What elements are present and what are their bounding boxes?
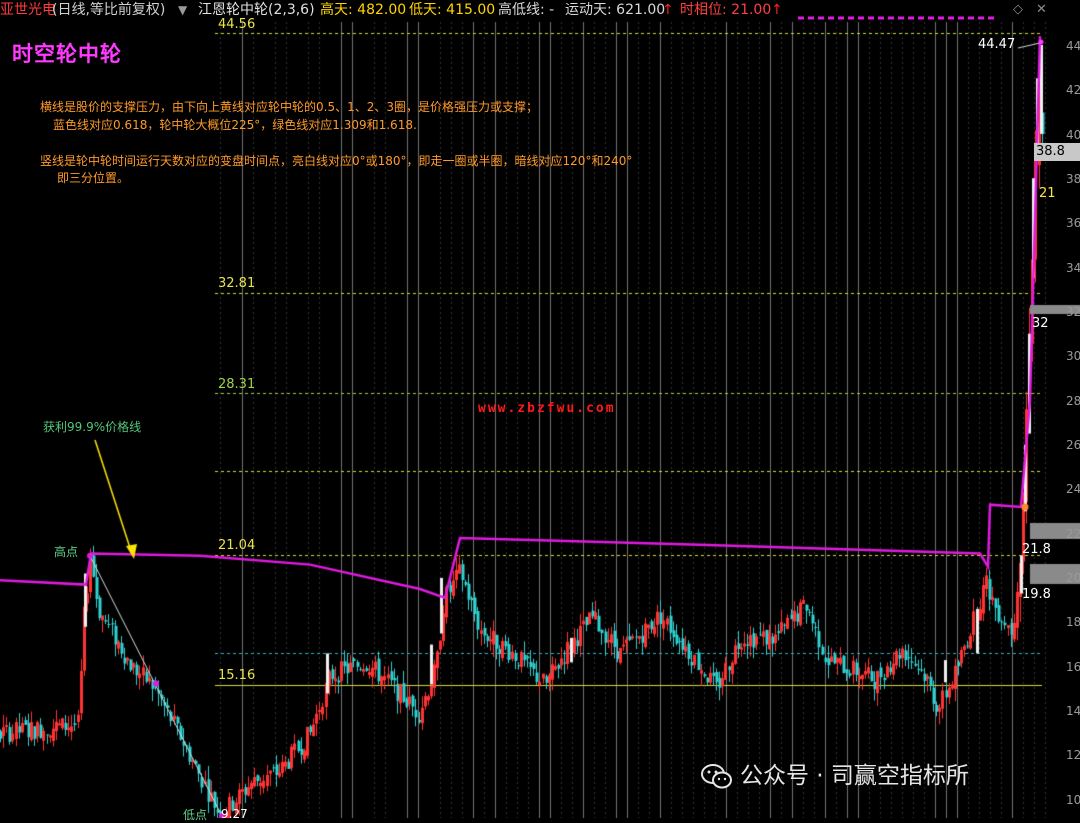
axis-tick: 36 bbox=[1066, 216, 1080, 230]
axis-tick: 20 bbox=[1066, 571, 1080, 585]
low-point-label: 低点 bbox=[183, 808, 208, 822]
stock-name[interactable]: 亚世光电 bbox=[0, 0, 56, 20]
axis-tick: 32 bbox=[1066, 305, 1080, 319]
axis-tick: 44 bbox=[1066, 39, 1080, 53]
high-point-label: 高点 bbox=[54, 545, 79, 559]
watermark-url: www.zbzfwu.com bbox=[478, 401, 616, 416]
axis-tick: 18 bbox=[1066, 615, 1080, 629]
wechat-icon bbox=[701, 763, 732, 788]
panel-title: 时空轮中轮 bbox=[12, 42, 122, 66]
axis-tick: 10 bbox=[1066, 793, 1080, 807]
level-label-28: 28.31 bbox=[218, 377, 256, 392]
close-icon[interactable]: ✕ bbox=[1036, 0, 1047, 20]
axis-tick: 16 bbox=[1066, 660, 1080, 674]
period-label[interactable]: (日线,等比前复权) bbox=[52, 0, 165, 20]
axis-tick: 38 bbox=[1066, 172, 1080, 186]
high-low-line-value: 高低线: - bbox=[498, 2, 555, 18]
axis-tick: 42 bbox=[1066, 83, 1080, 97]
up-arrow-icon: ↑ bbox=[662, 2, 674, 18]
low-point-value: 9.27 bbox=[221, 807, 248, 821]
low-days-value: 低天: 415.00 bbox=[409, 2, 496, 18]
level-label-15: 15.16 bbox=[218, 668, 256, 683]
wechat-account-name: 公众号 · 司赢空指标所 bbox=[740, 763, 969, 789]
indicator-dash-strip bbox=[798, 16, 998, 20]
axis-tick: 34 bbox=[1066, 261, 1080, 275]
axis-tick: 40 bbox=[1066, 128, 1080, 142]
level-label-32: 32.81 bbox=[218, 276, 256, 291]
motion-days-value: 运动天: 621.00 bbox=[565, 2, 666, 18]
axis-tick: 24 bbox=[1066, 482, 1080, 496]
level-label-21: 21.04 bbox=[218, 538, 256, 553]
level-tag-21-8: 21.8 bbox=[1022, 542, 1051, 557]
level-tag-32: 32 bbox=[1032, 316, 1049, 331]
note-line: 即三分位置。 bbox=[57, 171, 130, 185]
axis-tick: 26 bbox=[1066, 438, 1080, 452]
note-line: 竖线是轮中轮时间运行天数对应的变盘时间点，亮白线对应0°或180°，即走一圈或半… bbox=[40, 154, 633, 168]
axis-label-21: 21 bbox=[1039, 186, 1056, 201]
axis-tick: 12 bbox=[1066, 748, 1080, 762]
wechat-account-badge[interactable]: 公众号 · 司赢空指标所 bbox=[700, 758, 969, 794]
axis-tick: 30 bbox=[1066, 349, 1080, 363]
axis-tick: 28 bbox=[1066, 394, 1080, 408]
level-tag-19-8: 19.8 bbox=[1022, 587, 1051, 602]
axis-tick: 22 bbox=[1066, 527, 1080, 541]
high-days-value: 高天: 482.00 bbox=[320, 2, 407, 18]
note-line: 横线是股价的支撑压力，由下向上黄线对应轮中轮的0.5、1、2、3圈，是价格强压力… bbox=[40, 100, 538, 114]
time-phase-value: 时相位: 21.00 bbox=[680, 2, 772, 18]
chevron-down-icon[interactable]: ▼ bbox=[178, 0, 187, 20]
current-price-tag: 38.8 bbox=[1034, 143, 1080, 161]
indicator-name[interactable]: 江恩轮中轮(2,3,6) bbox=[198, 0, 315, 20]
note-line: 蓝色线对应0.618，轮中轮大概位225°，绿色线对应1.309和1.618. bbox=[53, 118, 417, 132]
up-arrow-icon: ↑ bbox=[771, 2, 783, 18]
peak-value: 44.47 bbox=[978, 37, 1016, 52]
level-label-44: 44.56 bbox=[218, 17, 256, 32]
diamond-icon[interactable]: ◇ bbox=[1013, 0, 1023, 20]
profit-line-label: 获利99.9%价格线 bbox=[43, 420, 142, 434]
axis-tick: 14 bbox=[1066, 704, 1080, 718]
